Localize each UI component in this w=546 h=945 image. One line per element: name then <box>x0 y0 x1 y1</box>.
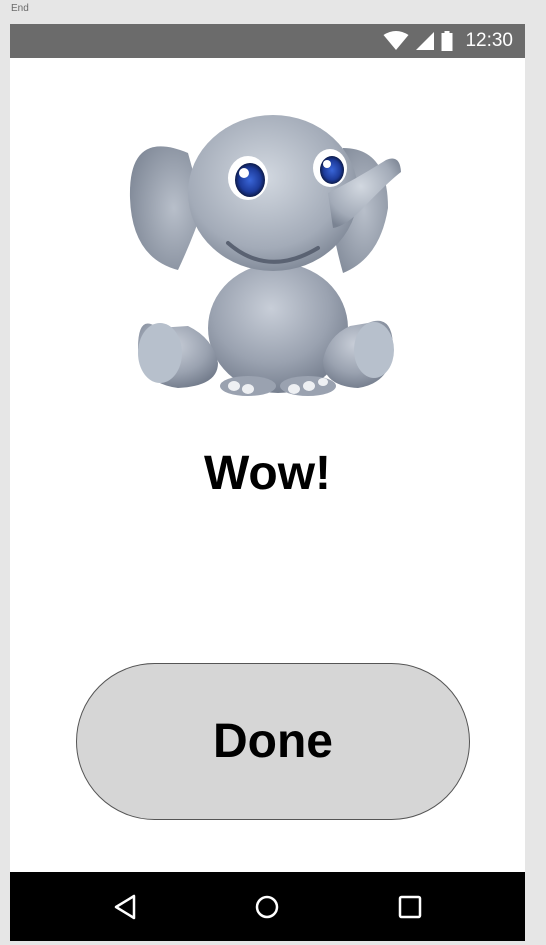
recents-icon[interactable] <box>393 890 427 924</box>
headline-text: Wow! <box>203 447 332 500</box>
home-icon[interactable] <box>250 890 284 924</box>
status-icons: 12:30 <box>383 24 513 58</box>
elephant-illustration <box>129 115 401 396</box>
phone-screen: 12:30 Wow! Done <box>10 24 525 941</box>
navigation-bar <box>10 872 525 941</box>
done-button[interactable]: Done <box>76 663 470 820</box>
wifi-icon <box>383 31 409 50</box>
status-time: 12:30 <box>465 30 513 51</box>
back-icon[interactable] <box>108 890 142 924</box>
main-content: Wow! Done <box>10 58 525 872</box>
status-bar: 12:30 <box>10 24 525 58</box>
battery-icon <box>441 31 453 51</box>
frame-label: End <box>11 3 29 14</box>
done-button-label: Done <box>213 715 333 768</box>
cell-signal-icon <box>416 32 435 50</box>
